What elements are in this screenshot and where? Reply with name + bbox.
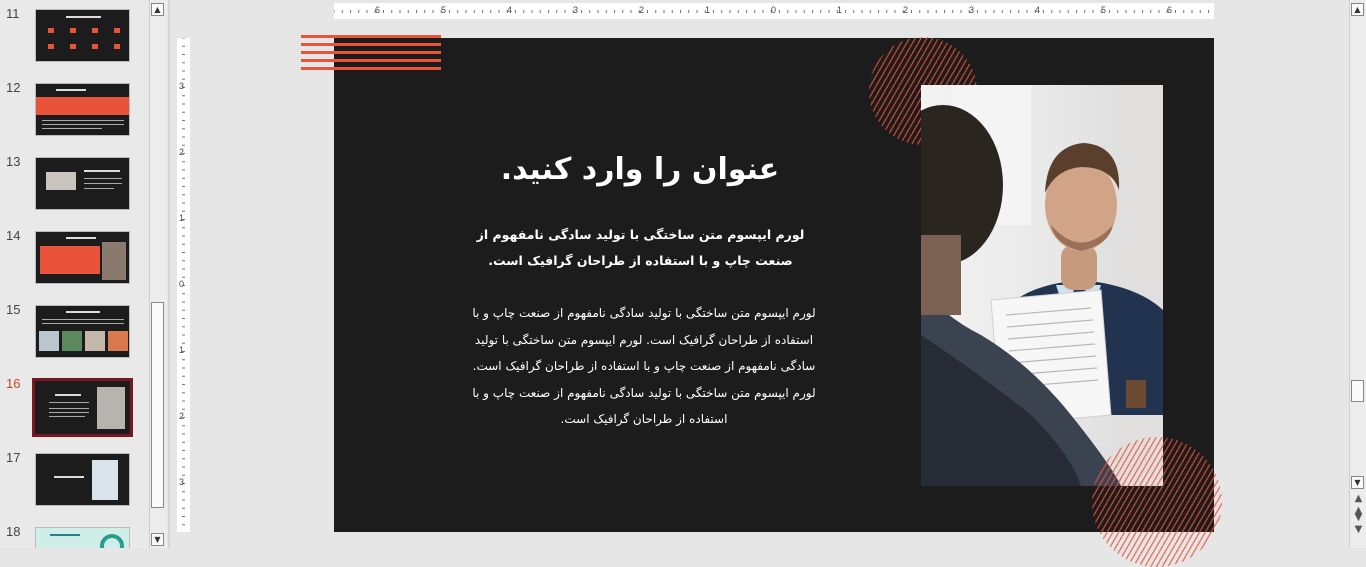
pane-divider[interactable] — [168, 0, 170, 548]
preview-shape — [114, 44, 120, 49]
scrollbar-thumb[interactable] — [1351, 380, 1364, 402]
decorative-stripe[interactable] — [301, 51, 441, 54]
decorative-stripe[interactable] — [301, 59, 441, 62]
double-down-icon[interactable]: ▼ ▼ — [1352, 512, 1365, 536]
preview-image — [62, 331, 82, 351]
ruler-label: 0 — [179, 279, 185, 289]
slide-thumbnail-pane[interactable]: 11 12 13 14 15 16 17 18 — [0, 0, 148, 548]
slide-number: 16 — [6, 376, 21, 391]
preview-shape — [92, 28, 98, 33]
preview-title — [56, 89, 86, 91]
preview-shape — [48, 44, 54, 49]
slide-subtitle[interactable]: لورم ایپسوم متن ساختگی با تولید سادگی نا… — [462, 222, 819, 274]
ruler-label: 5 — [1101, 5, 1107, 15]
preview-text — [84, 188, 114, 189]
slide-preview[interactable] — [35, 231, 130, 284]
preview-text — [42, 323, 124, 324]
ruler-label: 5 — [441, 5, 447, 15]
triangle-down-icon[interactable]: ▼ — [151, 533, 164, 546]
preview-title — [66, 16, 101, 18]
slide-preview[interactable] — [35, 83, 130, 136]
preview-text — [49, 412, 89, 413]
ruler-label: 0 — [771, 5, 777, 15]
preview-image — [85, 331, 105, 351]
ruler-label: 4 — [507, 5, 513, 15]
preview-image — [46, 172, 76, 190]
preview-shape — [92, 44, 98, 49]
slide-preview[interactable] — [35, 9, 130, 62]
thumbnail-scrollbar[interactable]: ▲ ▼ — [149, 0, 167, 548]
preview-text — [84, 178, 122, 179]
slide-number: 11 — [6, 6, 20, 21]
ruler-label: 1 — [837, 5, 843, 15]
slide-number: 15 — [6, 302, 21, 317]
ruler-label: 2 — [179, 411, 185, 421]
ruler-label: 1 — [179, 345, 185, 355]
slide-preview[interactable] — [35, 453, 130, 506]
ruler-label: 3 — [179, 477, 185, 487]
preview-title — [66, 237, 96, 239]
slide-preview[interactable] — [35, 157, 130, 210]
preview-title — [50, 534, 80, 536]
ruler-label: 1 — [179, 213, 185, 223]
slide-number: 18 — [6, 524, 21, 539]
ruler-label: 2 — [903, 5, 909, 15]
slide-number: 17 — [6, 450, 21, 465]
scrollbar-thumb[interactable] — [151, 302, 164, 508]
slide-scrollbar[interactable]: ▲ ▼ ▲ ▲ ▼ ▼ — [1349, 0, 1366, 548]
preview-title — [84, 170, 120, 172]
preview-text — [49, 416, 85, 417]
preview-shape — [114, 28, 120, 33]
ruler-label: 4 — [1035, 5, 1041, 15]
preview-image — [39, 331, 59, 351]
slide-preview-selected[interactable] — [32, 378, 133, 437]
ruler-label: 3 — [969, 5, 975, 15]
triangle-down-icon[interactable]: ▼ — [1351, 476, 1364, 489]
preview-title — [66, 311, 100, 313]
vertical-ruler[interactable]: 3 2 1 0 1 2 3 — [177, 38, 190, 532]
ruler-label: 3 — [573, 5, 579, 15]
preview-band — [36, 97, 129, 115]
preview-image — [97, 387, 125, 429]
preview-image — [92, 460, 118, 500]
slide-photo[interactable] — [921, 85, 1163, 486]
preview-text — [49, 408, 89, 409]
preview-text — [49, 402, 89, 403]
slide-title[interactable]: عنوان را وارد کنید. — [460, 152, 820, 187]
ruler-label: 3 — [179, 81, 185, 91]
ruler-label: 6 — [1167, 5, 1173, 15]
preview-shape — [70, 44, 76, 49]
ruler-label: 2 — [639, 5, 645, 15]
preview-shape — [100, 534, 124, 548]
preview-shape — [70, 28, 76, 33]
preview-image — [108, 331, 128, 351]
decorative-stripe[interactable] — [301, 35, 441, 38]
preview-text — [42, 124, 124, 125]
ruler-label: 6 — [375, 5, 381, 15]
ruler-label: 1 — [705, 5, 711, 15]
preview-title — [55, 394, 81, 396]
preview-text — [42, 120, 124, 121]
preview-text — [42, 319, 124, 320]
slide-number: 12 — [6, 80, 21, 95]
decorative-stripe[interactable] — [301, 67, 441, 70]
ruler-label: 2 — [179, 147, 185, 157]
preview-title — [54, 476, 84, 478]
slide-number: 13 — [6, 154, 21, 169]
slide-number: 14 — [6, 228, 21, 243]
decorative-stripe[interactable] — [301, 43, 441, 46]
triangle-up-icon[interactable]: ▲ — [1351, 3, 1364, 16]
horizontal-ruler[interactable]: 6 5 4 3 2 1 0 1 2 3 4 5 6 — [334, 3, 1214, 19]
preview-image — [102, 242, 126, 280]
triangle-up-icon[interactable]: ▲ — [151, 3, 164, 16]
interview-photo-illustration — [921, 85, 1163, 486]
slide-preview[interactable] — [35, 527, 130, 548]
preview-band — [40, 246, 100, 274]
slide-body-text[interactable]: لورم ایپسوم متن ساختگی با تولید سادگی نا… — [470, 300, 818, 433]
slide-preview[interactable] — [35, 305, 130, 358]
preview-text — [42, 128, 102, 129]
preview-shape — [48, 28, 54, 33]
preview-text — [84, 183, 122, 184]
